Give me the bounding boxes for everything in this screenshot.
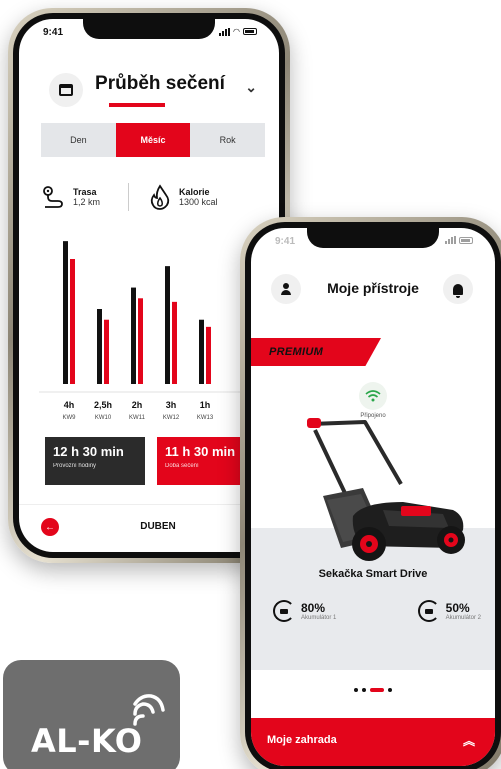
carousel-dot[interactable] xyxy=(388,688,392,692)
battery-2-percent: 50% xyxy=(445,601,470,615)
route-label: Trasa xyxy=(73,187,97,197)
bar-kw12-series-2 xyxy=(172,301,177,384)
tab-month[interactable]: Měsíc xyxy=(115,123,191,157)
operating-hours-label: Provozní hodiny xyxy=(53,463,97,469)
x-tick-label: KW11 xyxy=(129,415,146,421)
wifi-icon xyxy=(359,382,387,410)
phone-notch xyxy=(83,19,215,39)
bar-value-label: 3h xyxy=(166,400,177,410)
bar-kw11-series-1 xyxy=(131,287,136,384)
battery-gauge-icon xyxy=(417,600,440,622)
battery-gauge-icon xyxy=(273,600,295,622)
carousel-pagination xyxy=(251,688,495,692)
chevron-up-icon[interactable]: ︽ xyxy=(463,732,475,749)
status-icons: ◠ xyxy=(219,27,257,36)
calories-label: Kalorie xyxy=(179,187,210,197)
bar-value-label: 1h xyxy=(200,400,211,410)
connection-status: Připojeno xyxy=(251,382,495,419)
operating-hours-value: 12 h 30 min xyxy=(53,444,124,459)
metrics-divider xyxy=(128,183,130,211)
route-value: 1,2 km xyxy=(73,197,101,207)
bar-kw9-series-2 xyxy=(70,259,75,384)
stage: 9:41 ◠ Průběh sečení ⌄ Den Měsíc Rok Tra… xyxy=(0,0,501,769)
bar-value-label: 4h xyxy=(64,400,75,410)
my-garden-bar[interactable]: Moje zahrada ︽ xyxy=(251,718,495,766)
tab-year[interactable]: Rok xyxy=(190,123,265,157)
screen-my-devices: 9:41 Moje přístroje PREMIUM Připojeno Se… xyxy=(251,228,495,766)
x-tick-label: KW12 xyxy=(163,415,180,421)
bar-value-label: 2,5h xyxy=(94,400,112,410)
metric-route: Trasa 1,2 km xyxy=(41,184,100,210)
chevron-down-icon[interactable]: ⌄ xyxy=(245,79,257,96)
battery-1-percent: 80% xyxy=(301,601,326,615)
signal-icon xyxy=(219,27,231,36)
x-tick-label: KW13 xyxy=(197,415,214,421)
bar-kw11-series-2 xyxy=(138,298,143,384)
logo-text: AL-KO xyxy=(31,722,143,760)
wifi-status-icon: ◠ xyxy=(233,27,240,36)
phone-my-devices: 9:41 Moje přístroje PREMIUM Připojeno Se… xyxy=(240,217,501,769)
signal-icon xyxy=(445,236,456,244)
battery-1-label: Akumulátor 1 xyxy=(301,615,337,621)
lawn-mower-image xyxy=(307,418,465,561)
wireless-waves-icon xyxy=(133,694,165,726)
title-underline xyxy=(109,103,165,107)
bar-kw12-series-1 xyxy=(165,266,170,384)
calories-value: 1300 kcal xyxy=(179,197,218,207)
battery-1: 80% Akumulátor 1 xyxy=(273,600,336,622)
carousel-dot[interactable] xyxy=(354,688,358,692)
bar-kw10-series-2 xyxy=(104,319,109,384)
battery-icon xyxy=(459,236,473,244)
bar-value-label: 2h xyxy=(132,400,143,410)
premium-badge: PREMIUM xyxy=(251,338,381,366)
my-garden-label: Moje zahrada xyxy=(267,734,337,746)
metric-calories: Kalorie 1300 kcal xyxy=(147,184,218,210)
phone-notch xyxy=(307,228,439,248)
header: Průběh sečení ⌄ xyxy=(19,59,279,119)
bar-kw13-series-1 xyxy=(199,319,204,384)
page-title: Průběh sečení xyxy=(95,73,225,94)
carousel-dot-active[interactable] xyxy=(370,688,384,692)
status-time: 9:41 xyxy=(43,27,64,38)
battery-2: 50% Akumulátor 2 xyxy=(417,600,481,622)
bar-kw13-series-2 xyxy=(206,326,211,384)
flame-icon xyxy=(150,184,170,210)
status-icons xyxy=(445,236,473,244)
device-card[interactable]: PREMIUM Připojeno Sekačka Smart Drive 80… xyxy=(251,338,495,670)
bell-icon xyxy=(453,283,463,298)
device-name: Sekačka Smart Drive xyxy=(318,568,428,580)
battery-icon xyxy=(243,28,257,35)
metrics-row: Trasa 1,2 km Kalorie 1300 kcal xyxy=(41,177,279,217)
header: Moje přístroje xyxy=(251,260,495,320)
period-tabs: Den Měsíc Rok xyxy=(41,123,265,157)
x-tick-label: KW9 xyxy=(62,415,76,421)
total-operating-hours: 12 h 30 min Provozní hodiny xyxy=(45,437,145,485)
status-time: 9:41 xyxy=(275,236,296,247)
al-ko-logo: AL-KO xyxy=(3,660,180,769)
bar-kw9-series-1 xyxy=(63,241,68,384)
notifications-button[interactable] xyxy=(443,274,473,304)
carousel-dot[interactable] xyxy=(362,688,366,692)
bar-kw10-series-1 xyxy=(97,309,102,384)
x-tick-label: KW10 xyxy=(95,415,112,421)
route-icon xyxy=(43,186,63,208)
battery-2-label: Akumulátor 2 xyxy=(445,615,481,621)
battery-status: 80% Akumulátor 1 50% Akumulátor 2 xyxy=(273,600,481,622)
tab-day[interactable]: Den xyxy=(41,123,116,157)
